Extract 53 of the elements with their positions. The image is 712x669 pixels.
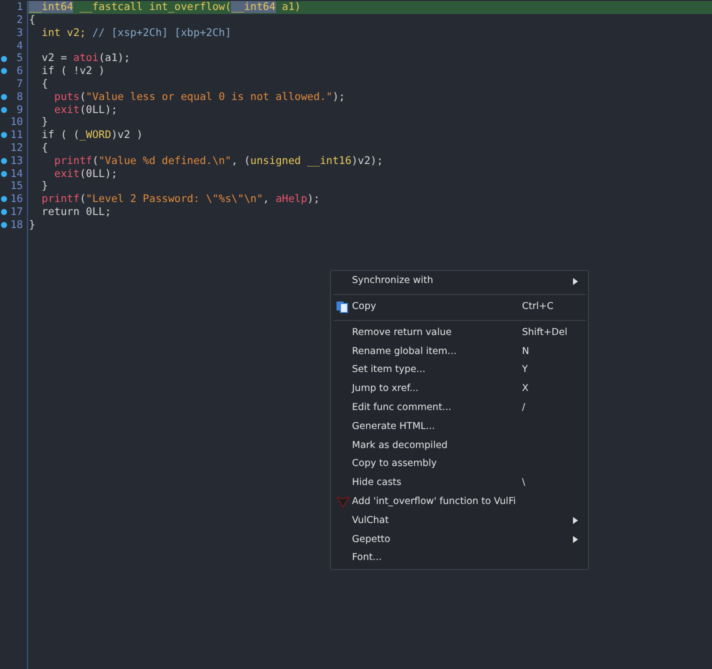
line-number: 18 bbox=[9, 220, 24, 230]
code-line: { bbox=[28, 14, 36, 26]
line-number: 4 bbox=[16, 40, 24, 52]
code-line: if ( (_WORD)v2 ) bbox=[40, 130, 143, 141]
menu-item[interactable]: Copy to assembly bbox=[331, 455, 588, 474]
code-line: int v2; // [xsp+2Ch] [xbp+2Ch] bbox=[40, 28, 232, 38]
line-number: 13 bbox=[9, 156, 24, 166]
code-line: { bbox=[40, 142, 48, 154]
menu-item[interactable]: Rename global item... N bbox=[331, 342, 588, 362]
menu-item[interactable]: Jump to xref... X bbox=[331, 380, 588, 399]
line-number: 12 bbox=[9, 142, 24, 154]
line-number: 2 bbox=[16, 14, 24, 26]
v-shape-icon bbox=[336, 496, 348, 508]
menu-item[interactable]: Edit func comment... / bbox=[331, 398, 588, 418]
code-line: } bbox=[40, 117, 48, 128]
menu-item[interactable]: Generate HTML... bbox=[331, 418, 588, 436]
code-line: } bbox=[28, 220, 36, 230]
menu-item[interactable]: Font... bbox=[331, 549, 588, 568]
line-number: 17 bbox=[9, 206, 24, 218]
code-line: { bbox=[40, 78, 48, 90]
code-line: return 0LL; bbox=[40, 206, 112, 218]
code-line: __int64 __fastcall int_overflow(__int64 a1) bbox=[28, 2, 301, 13]
code-line: exit(0LL); bbox=[53, 168, 118, 179]
menu-item[interactable]: Set item type... Y bbox=[331, 361, 588, 380]
line-number: 1 bbox=[16, 2, 24, 13]
line-number: 3 bbox=[16, 28, 24, 38]
line-number: 9 bbox=[16, 104, 24, 116]
code-line: exit(0LL); bbox=[53, 104, 118, 116]
code-line: printf("Level 2 Password: \"%s\"\n", aHelp); bbox=[40, 194, 320, 205]
menu-item[interactable]: Synchronize with bbox=[331, 272, 588, 291]
code-line: } bbox=[40, 181, 48, 192]
menu-item[interactable]: Remove return value Shift+Del bbox=[331, 324, 588, 342]
line-number: 11 bbox=[9, 130, 24, 141]
line-number: 15 bbox=[9, 181, 24, 192]
line-number: 8 bbox=[16, 92, 24, 102]
line-number: 16 bbox=[9, 194, 24, 205]
menu-item[interactable]: Hide casts \ bbox=[331, 474, 588, 493]
menu-item[interactable]: Gepetto bbox=[331, 530, 588, 550]
copy-icon bbox=[336, 301, 349, 314]
line-number: 5 bbox=[16, 53, 24, 64]
breakpoint-icon[interactable] bbox=[0, 132, 6, 138]
line-number: 10 bbox=[9, 117, 24, 128]
code-line: printf("Value %d defined.\n", (unsigned __int16)v2); bbox=[53, 156, 384, 166]
line-number: 14 bbox=[9, 168, 24, 179]
menu-item[interactable]: Mark as decompiled bbox=[331, 436, 588, 456]
menu-item[interactable]: Add 'int_overflow' function to VulFi bbox=[331, 492, 588, 512]
line-number: 6 bbox=[16, 66, 24, 77]
line-number: 7 bbox=[16, 78, 24, 90]
code-line: if ( !v2 ) bbox=[40, 66, 105, 77]
code-line: puts("Value less or equal 0 is not allowed."); bbox=[53, 92, 346, 102]
menu-item[interactable]: VulChat bbox=[331, 512, 588, 530]
code-line: v2 = atoi(a1); bbox=[40, 53, 130, 64]
menu-item[interactable]: Copy Ctrl+C bbox=[331, 298, 588, 317]
